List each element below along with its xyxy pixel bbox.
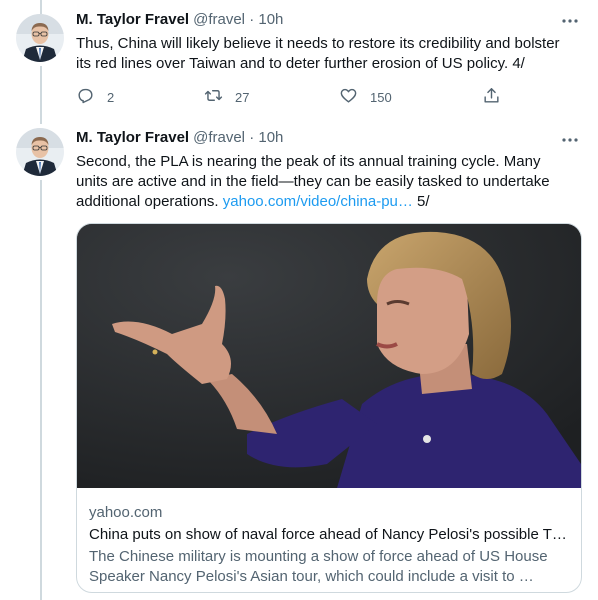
author-handle[interactable]: @fravel: [193, 129, 245, 146]
retweet-icon: [204, 86, 223, 108]
tweet-link[interactable]: yahoo.com/video/china-pu…: [223, 193, 413, 210]
tweet-header: M. Taylor Fravel @fravel · 10h: [76, 10, 283, 30]
tweet-4[interactable]: M. Taylor Fravel @fravel · 10h Thus, Chin…: [0, 0, 598, 122]
card-domain: yahoo.com: [89, 504, 163, 521]
tweet-text-suffix: 5/: [412, 193, 430, 210]
tweet-text: Thus, China will likely believe it needs…: [76, 35, 560, 72]
like-count: 150: [370, 89, 392, 105]
avatar[interactable]: [16, 128, 64, 176]
retweet-button[interactable]: 27: [204, 87, 249, 107]
card-description: The Chinese military is mounting a show …: [89, 548, 548, 585]
tweet-actions: 2 27 150: [76, 87, 506, 107]
share-button[interactable]: [482, 87, 501, 107]
more-icon[interactable]: [560, 130, 580, 150]
more-icon[interactable]: [560, 11, 580, 31]
tweet-text: Second, the PLA is nearing the peak of i…: [76, 152, 576, 212]
reply-count: 2: [107, 89, 115, 105]
card-image[interactable]: [77, 224, 581, 488]
avatar[interactable]: [16, 14, 64, 62]
link-card[interactable]: yahoo.com China puts on show of naval fo…: [76, 223, 582, 593]
author-name[interactable]: M. Taylor Fravel: [76, 11, 189, 28]
reply-button[interactable]: 2: [76, 87, 114, 107]
tweet-header: M. Taylor Fravel @fravel · 10h: [76, 128, 283, 148]
card-title: China puts on show of naval force ahead …: [89, 526, 567, 543]
share-icon: [482, 86, 501, 108]
reply-icon: [76, 86, 95, 108]
like-button[interactable]: 150: [339, 87, 392, 107]
timestamp[interactable]: · 10h: [249, 11, 283, 28]
like-icon: [339, 86, 358, 108]
timestamp[interactable]: · 10h: [249, 129, 283, 146]
author-handle[interactable]: @fravel: [193, 11, 245, 28]
author-name[interactable]: M. Taylor Fravel: [76, 129, 189, 146]
retweet-count: 27: [235, 89, 250, 105]
